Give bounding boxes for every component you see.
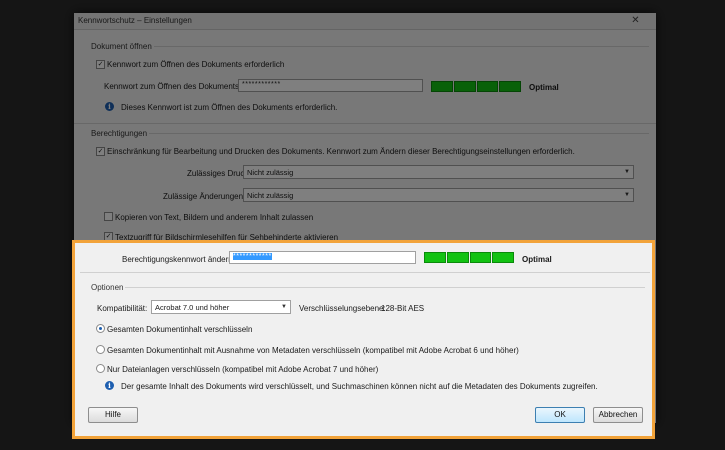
encryption-level-value: 128-Bit AES <box>381 304 425 313</box>
section-divider <box>125 287 645 288</box>
permissions-password-strength-label: Optimal <box>522 255 552 264</box>
encryption-level-label: Verschlüsselungsebene: <box>299 304 386 313</box>
chevron-down-icon: ▼ <box>281 304 287 310</box>
compatibility-label: Kompatibilität: <box>97 304 148 313</box>
permissions-password-strength-meter <box>424 252 514 263</box>
ok-button[interactable]: OK <box>535 407 585 423</box>
radio-encrypt-except-metadata[interactable] <box>96 345 105 354</box>
permissions-password-value: ************ <box>233 253 272 260</box>
compatibility-value: Acrobat 7.0 und höher <box>155 303 230 312</box>
cancel-button[interactable]: Abbrechen <box>593 407 643 423</box>
section-title-options: Optionen <box>91 283 124 292</box>
info-icon: i <box>105 381 114 390</box>
section-divider <box>80 272 650 273</box>
radio-encrypt-all-label: Gesamten Dokumentinhalt verschlüsseln <box>107 325 253 334</box>
help-button[interactable]: Hilfe <box>88 407 138 423</box>
radio-encrypt-attachments-label: Nur Dateianlagen verschlüsseln (kompatib… <box>107 365 379 374</box>
radio-encrypt-attachments[interactable] <box>96 364 105 373</box>
radio-encrypt-all[interactable] <box>96 324 105 333</box>
options-info-text: Der gesamte Inhalt des Dokuments wird ve… <box>121 382 598 391</box>
compatibility-select[interactable]: Acrobat 7.0 und höher ▼ <box>151 300 291 314</box>
radio-encrypt-except-metadata-label: Gesamten Dokumentinhalt mit Ausnahme von… <box>107 346 519 355</box>
permissions-password-field[interactable]: ************ <box>229 251 416 264</box>
permissions-password-label: Berechtigungskennwort ändern: <box>122 255 235 264</box>
